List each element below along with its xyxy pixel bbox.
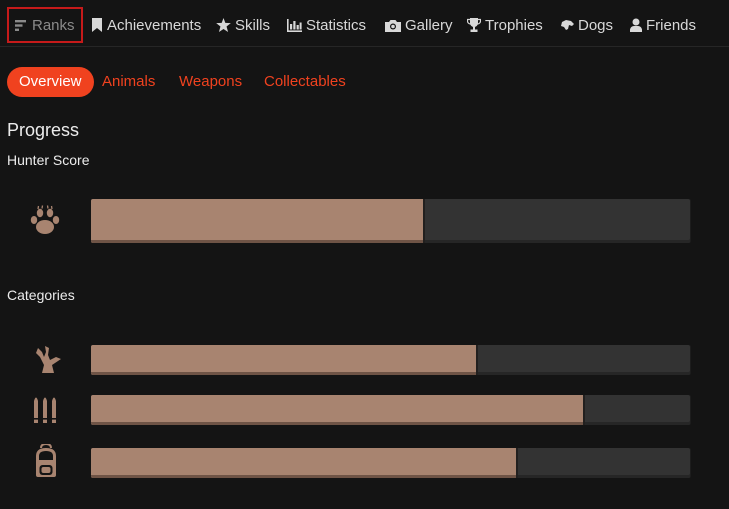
star-icon — [216, 18, 231, 32]
nav-item-gallery[interactable]: Gallery — [385, 8, 453, 42]
category-bar — [91, 448, 690, 478]
category-bar-fill — [91, 395, 584, 425]
category-row — [28, 442, 692, 478]
categories-label: Categories — [7, 287, 75, 303]
user-icon — [630, 18, 642, 32]
nav-item-friends[interactable]: Friends — [630, 8, 696, 42]
category-bar — [91, 345, 690, 375]
category-row — [28, 392, 692, 425]
section-title: Progress — [7, 120, 80, 140]
ranks-icon — [15, 19, 28, 32]
nav-label: Achievements — [107, 16, 202, 34]
camera-icon — [385, 19, 401, 32]
tab-animals[interactable]: Animals — [102, 67, 155, 97]
nav-label: Dogs — [578, 16, 614, 34]
nav-item-achievements[interactable]: Achievements — [91, 8, 201, 42]
nav-item-ranks[interactable]: Ranks — [7, 7, 83, 43]
nav-label: Friends — [646, 16, 697, 34]
bookmark-icon — [91, 18, 103, 32]
hunter-score-label: Hunter Score — [7, 152, 90, 168]
hunter-score-bar — [91, 199, 690, 243]
hunter-score-bar-fill — [91, 199, 424, 243]
ammo-icon — [28, 393, 64, 430]
top-nav: Ranks Achievements Skills Statistics Gal… — [0, 0, 729, 47]
tab-collectables[interactable]: Collectables — [264, 67, 346, 97]
category-bar-fill — [91, 345, 477, 375]
nav-item-skills[interactable]: Skills — [216, 8, 270, 42]
nav-item-dogs[interactable]: Dogs — [560, 8, 613, 42]
trophy-icon — [467, 18, 481, 32]
dog-icon — [560, 19, 574, 31]
antler-icon — [28, 343, 64, 380]
paw-icon — [28, 205, 62, 242]
nav-item-statistics[interactable]: Statistics — [287, 8, 366, 42]
category-row — [28, 342, 692, 375]
tab-overview[interactable]: Overview — [7, 67, 94, 97]
nav-label: Gallery — [405, 16, 453, 34]
nav-label: Skills — [235, 16, 271, 34]
hunter-score-row — [28, 199, 692, 244]
tab-weapons[interactable]: Weapons — [179, 67, 242, 97]
nav-label: Statistics — [306, 16, 367, 34]
category-bar-fill — [91, 448, 517, 478]
bar-chart-icon — [287, 18, 302, 32]
nav-label: Trophies — [485, 16, 543, 34]
category-bar — [91, 395, 690, 425]
backpack-icon — [28, 442, 64, 483]
nav-label: Ranks — [32, 16, 75, 34]
nav-item-trophies[interactable]: Trophies — [467, 8, 543, 42]
